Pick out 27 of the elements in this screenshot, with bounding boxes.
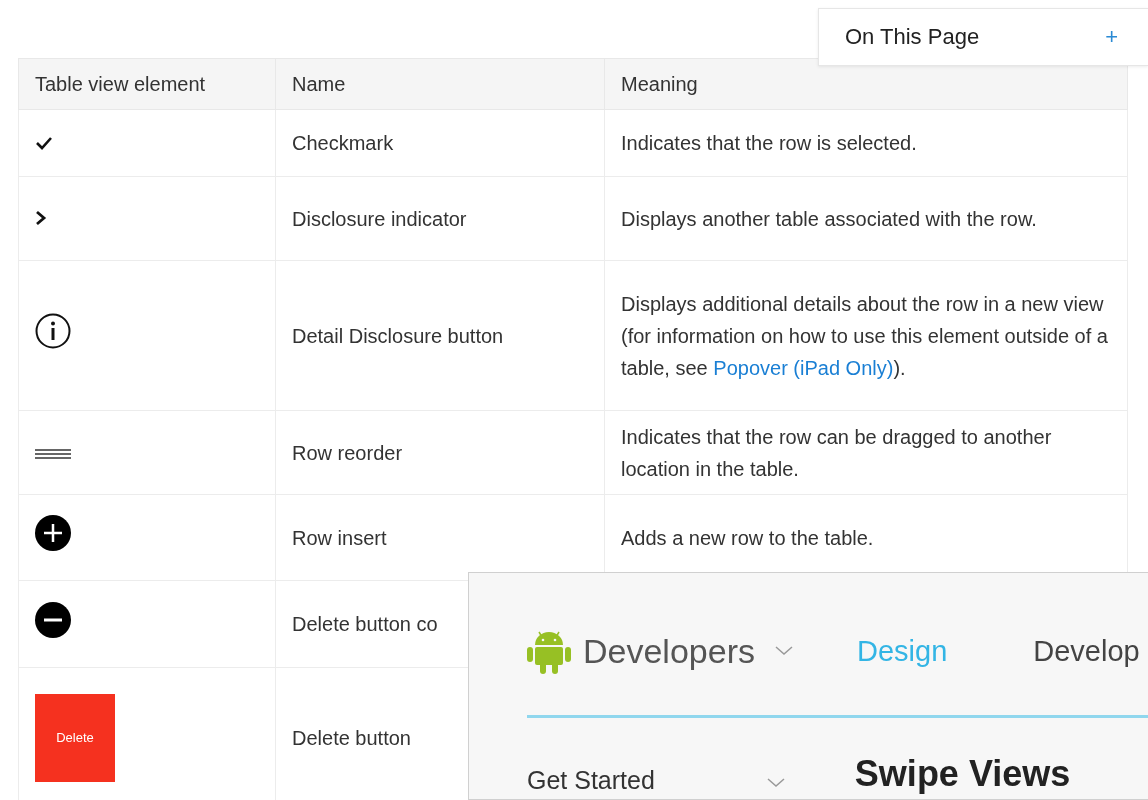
checkmark-icon xyxy=(35,136,53,150)
table-cell: Disclosure indicator xyxy=(275,176,605,261)
chevron-down-icon[interactable] xyxy=(775,646,793,656)
on-this-page-label: On This Page xyxy=(845,24,980,50)
page-heading: Swipe Views xyxy=(854,754,1071,794)
table-cell: Row reorder xyxy=(275,410,605,495)
expand-button[interactable]: + xyxy=(1105,24,1118,50)
minus-circle-icon xyxy=(35,601,71,638)
nav-link[interactable]: Design xyxy=(857,634,948,668)
nav-link[interactable]: Develop xyxy=(1033,634,1140,668)
meaning-text: Indicates that the row can be dragged to another location in the table. xyxy=(621,425,1052,480)
column-header: Name xyxy=(275,58,605,110)
meaning-text: Displays additional details about the row in a new view (for information on how to use this element outside of a table, see Popover (iPad Only)). xyxy=(621,292,1108,379)
column-header: Meaning xyxy=(604,58,1128,110)
popover-link[interactable]: Popover (iPad Only) xyxy=(713,356,894,379)
chevron-icon xyxy=(35,209,47,226)
meaning-text: Displays another table associated with the row. xyxy=(621,207,1037,230)
reorder-icon xyxy=(35,447,71,460)
meaning-text: Indicates that the row is selected. xyxy=(621,132,917,154)
plus-circle-icon xyxy=(35,515,71,551)
table-cell: Detail Disclosure button xyxy=(275,260,605,411)
sidebar-item[interactable]: Get Started xyxy=(527,766,655,794)
meaning-text: Adds a new row to the table. xyxy=(621,526,874,549)
column-header: Table view element xyxy=(18,58,276,110)
info-icon xyxy=(35,313,71,349)
chevron-down-icon[interactable] xyxy=(766,778,785,788)
table-cell: Checkmark xyxy=(275,109,605,177)
